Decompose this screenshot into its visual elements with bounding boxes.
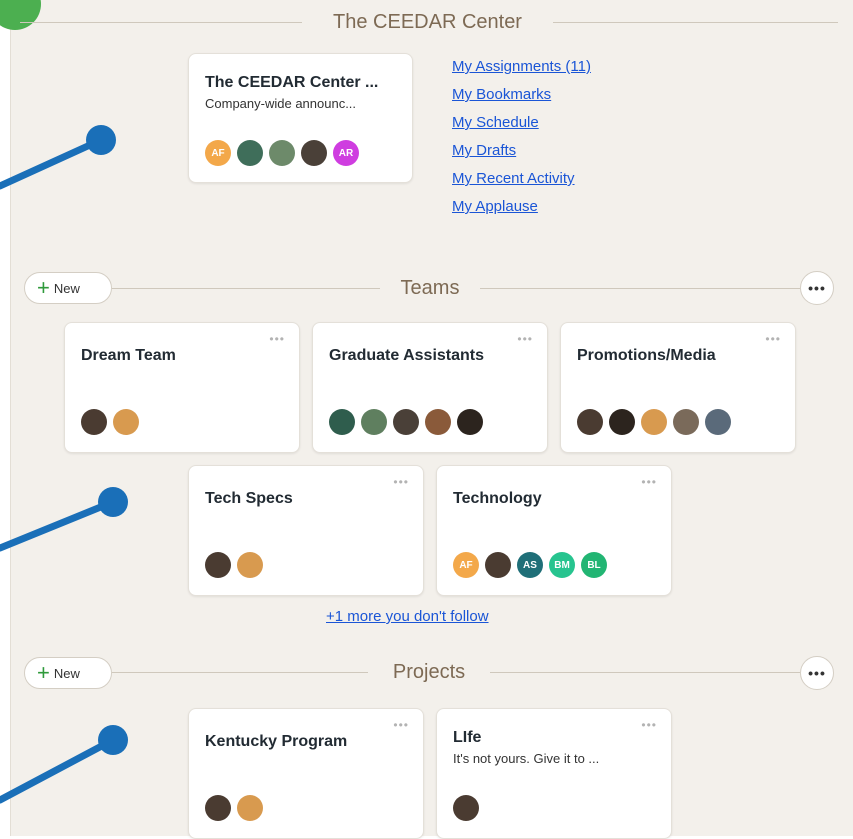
avatar[interactable]: [301, 140, 327, 166]
card-menu-icon[interactable]: •••: [517, 333, 533, 345]
section-divider: [480, 288, 800, 289]
project-card-avatars: [205, 795, 263, 821]
team-card-avatars: [205, 552, 263, 578]
section-divider: [112, 288, 380, 289]
more-icon: •••: [808, 665, 826, 681]
card-menu-icon[interactable]: •••: [641, 476, 657, 488]
avatar[interactable]: [705, 409, 731, 435]
avatar[interactable]: [205, 552, 231, 578]
teams-more-button[interactable]: •••: [800, 271, 834, 305]
avatar[interactable]: [205, 795, 231, 821]
projects-section-title: Projects: [392, 661, 466, 683]
team-card-title: Graduate Assistants: [329, 347, 485, 364]
card-menu-icon[interactable]: •••: [641, 719, 657, 731]
card-menu-icon[interactable]: •••: [393, 476, 409, 488]
avatar[interactable]: AS: [517, 552, 543, 578]
avatar[interactable]: [237, 140, 263, 166]
section-divider: [112, 672, 368, 673]
card-menu-icon[interactable]: •••: [393, 719, 409, 731]
avatar[interactable]: [485, 552, 511, 578]
section-divider: [553, 22, 838, 23]
org-section-title: The CEEDAR Center: [333, 11, 522, 33]
project-card-title: Kentucky Program: [205, 733, 348, 750]
team-card-avatars: [329, 409, 483, 435]
avatar[interactable]: [329, 409, 355, 435]
avatar[interactable]: BL: [581, 552, 607, 578]
link-my-assignments[interactable]: My Assignments (11): [452, 58, 591, 75]
new-project-label: New: [53, 665, 80, 681]
avatar[interactable]: [113, 409, 139, 435]
projects-more-button[interactable]: •••: [800, 656, 834, 690]
avatar[interactable]: BM: [549, 552, 575, 578]
avatar[interactable]: [641, 409, 667, 435]
team-card[interactable]: Dream Team •••: [64, 322, 300, 453]
team-card[interactable]: Promotions/Media •••: [560, 322, 796, 453]
my-links: My Assignments (11) My Bookmarks My Sche…: [452, 58, 591, 226]
link-my-schedule[interactable]: My Schedule: [452, 114, 591, 131]
link-my-drafts[interactable]: My Drafts: [452, 142, 591, 159]
team-card[interactable]: Technology ••• AF AS BM BL: [436, 465, 672, 596]
team-card[interactable]: Tech Specs •••: [188, 465, 424, 596]
team-card-avatars: AF AS BM BL: [453, 552, 607, 578]
project-card[interactable]: LIfe It's not yours. Give it to ... •••: [436, 708, 672, 839]
avatar[interactable]: [393, 409, 419, 435]
avatar[interactable]: [361, 409, 387, 435]
new-project-button[interactable]: + New: [24, 657, 112, 689]
team-card-title: Promotions/Media: [577, 347, 716, 364]
org-card[interactable]: The CEEDAR Center ... Company-wide annou…: [188, 53, 413, 183]
team-card[interactable]: Graduate Assistants •••: [312, 322, 548, 453]
avatar[interactable]: [577, 409, 603, 435]
project-card-subtitle: It's not yours. Give it to ...: [453, 751, 600, 766]
new-team-label: New: [53, 280, 80, 296]
section-divider: [20, 22, 302, 23]
avatar[interactable]: [237, 552, 263, 578]
link-my-bookmarks[interactable]: My Bookmarks: [452, 86, 591, 103]
avatar[interactable]: AF: [453, 552, 479, 578]
avatar[interactable]: AR: [333, 140, 359, 166]
section-divider: [490, 672, 800, 673]
team-card-title: Dream Team: [81, 347, 176, 364]
card-menu-icon[interactable]: •••: [269, 333, 285, 345]
avatar[interactable]: [453, 795, 479, 821]
project-card[interactable]: Kentucky Program •••: [188, 708, 424, 839]
card-menu-icon[interactable]: •••: [765, 333, 781, 345]
new-team-button[interactable]: + New: [24, 272, 112, 304]
avatar[interactable]: [425, 409, 451, 435]
avatar[interactable]: [269, 140, 295, 166]
avatar[interactable]: [609, 409, 635, 435]
team-card-title: Tech Specs: [205, 490, 293, 507]
more-icon: •••: [808, 280, 826, 296]
plus-icon: +: [37, 275, 50, 300]
link-my-applause[interactable]: My Applause: [452, 198, 591, 215]
corner-badge: [0, 0, 41, 30]
avatar[interactable]: [457, 409, 483, 435]
team-card-title: Technology: [453, 490, 542, 507]
more-teams-link[interactable]: +1 more you don't follow: [326, 608, 489, 625]
org-card-title: The CEEDAR Center ...: [205, 74, 379, 91]
project-card-title: LIfe: [453, 729, 482, 746]
project-card-avatars: [453, 795, 479, 821]
avatar[interactable]: [237, 795, 263, 821]
link-my-recent-activity[interactable]: My Recent Activity: [452, 170, 591, 187]
plus-icon: +: [37, 660, 50, 685]
team-card-avatars: [81, 409, 139, 435]
teams-section-title: Teams: [400, 277, 460, 299]
team-card-avatars: [577, 409, 731, 435]
avatar[interactable]: [673, 409, 699, 435]
avatar[interactable]: [81, 409, 107, 435]
avatar[interactable]: AF: [205, 140, 231, 166]
org-card-subtitle: Company-wide announc...: [205, 96, 357, 111]
org-card-avatars: AF AR: [205, 140, 359, 166]
